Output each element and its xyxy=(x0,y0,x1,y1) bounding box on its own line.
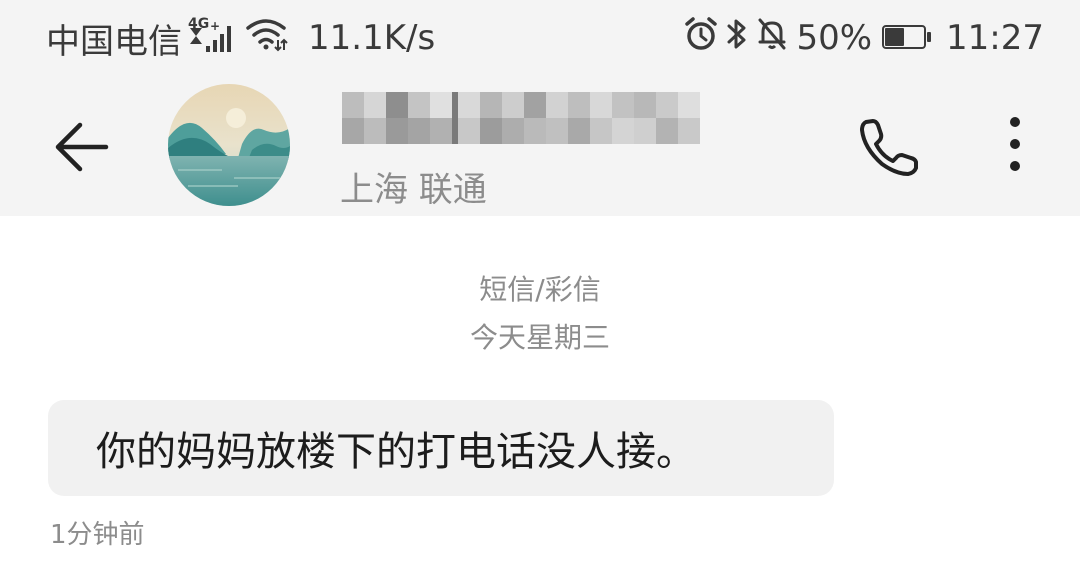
carrier-name: 中国电信 xyxy=(46,21,182,62)
battery-icon xyxy=(882,25,932,51)
more-options-button[interactable] xyxy=(992,110,1038,184)
status-bar-left: 中国电信 4G + 11.1K/s xyxy=(46,16,436,62)
received-message-bubble[interactable]: 你的妈妈放楼下的打电话没人接。 xyxy=(48,400,834,496)
message-text: 你的妈妈放楼下的打电话没人接。 xyxy=(96,429,696,475)
message-type-label: 短信/彩信 xyxy=(479,273,601,306)
phone-icon xyxy=(860,119,918,176)
message-timestamp: 1分钟前 xyxy=(50,520,145,550)
battery-percent: 50% xyxy=(796,18,873,58)
contact-name[interactable] xyxy=(342,92,702,144)
conversation-area[interactable]: 短信/彩信 今天星期三 你的妈妈放楼下的打电话没人接。 1分钟前 xyxy=(0,216,1080,565)
avatar[interactable] xyxy=(168,84,290,206)
messaging-screen: 中国电信 4G + 11.1K/s 50% 11:27 上海 联通 短信/彩信 … xyxy=(0,0,1080,565)
more-icon xyxy=(1010,117,1020,171)
svg-text:+: + xyxy=(210,19,220,33)
signal-icon: 4G + xyxy=(186,16,238,58)
wifi-icon xyxy=(244,16,288,61)
clock: 11:27 xyxy=(946,18,1044,58)
contact-location: 上海 联通 xyxy=(340,170,487,210)
status-bar-right: 50% 11:27 xyxy=(684,16,1044,60)
battery-level-fill xyxy=(885,28,905,46)
alarm-icon xyxy=(684,16,718,61)
mute-icon xyxy=(756,16,788,61)
status-bar: 中国电信 4G + 11.1K/s 50% 11:27 xyxy=(0,0,1080,76)
bluetooth-icon xyxy=(726,16,748,61)
call-button[interactable] xyxy=(852,110,926,184)
pixelated-name xyxy=(342,92,702,144)
network-speed: 11.1K/s xyxy=(308,18,436,58)
conversation-header: 上海 联通 xyxy=(0,76,1080,216)
day-separator: 今天星期三 xyxy=(469,321,610,354)
back-arrow-icon xyxy=(55,122,109,172)
back-button[interactable] xyxy=(46,112,122,182)
